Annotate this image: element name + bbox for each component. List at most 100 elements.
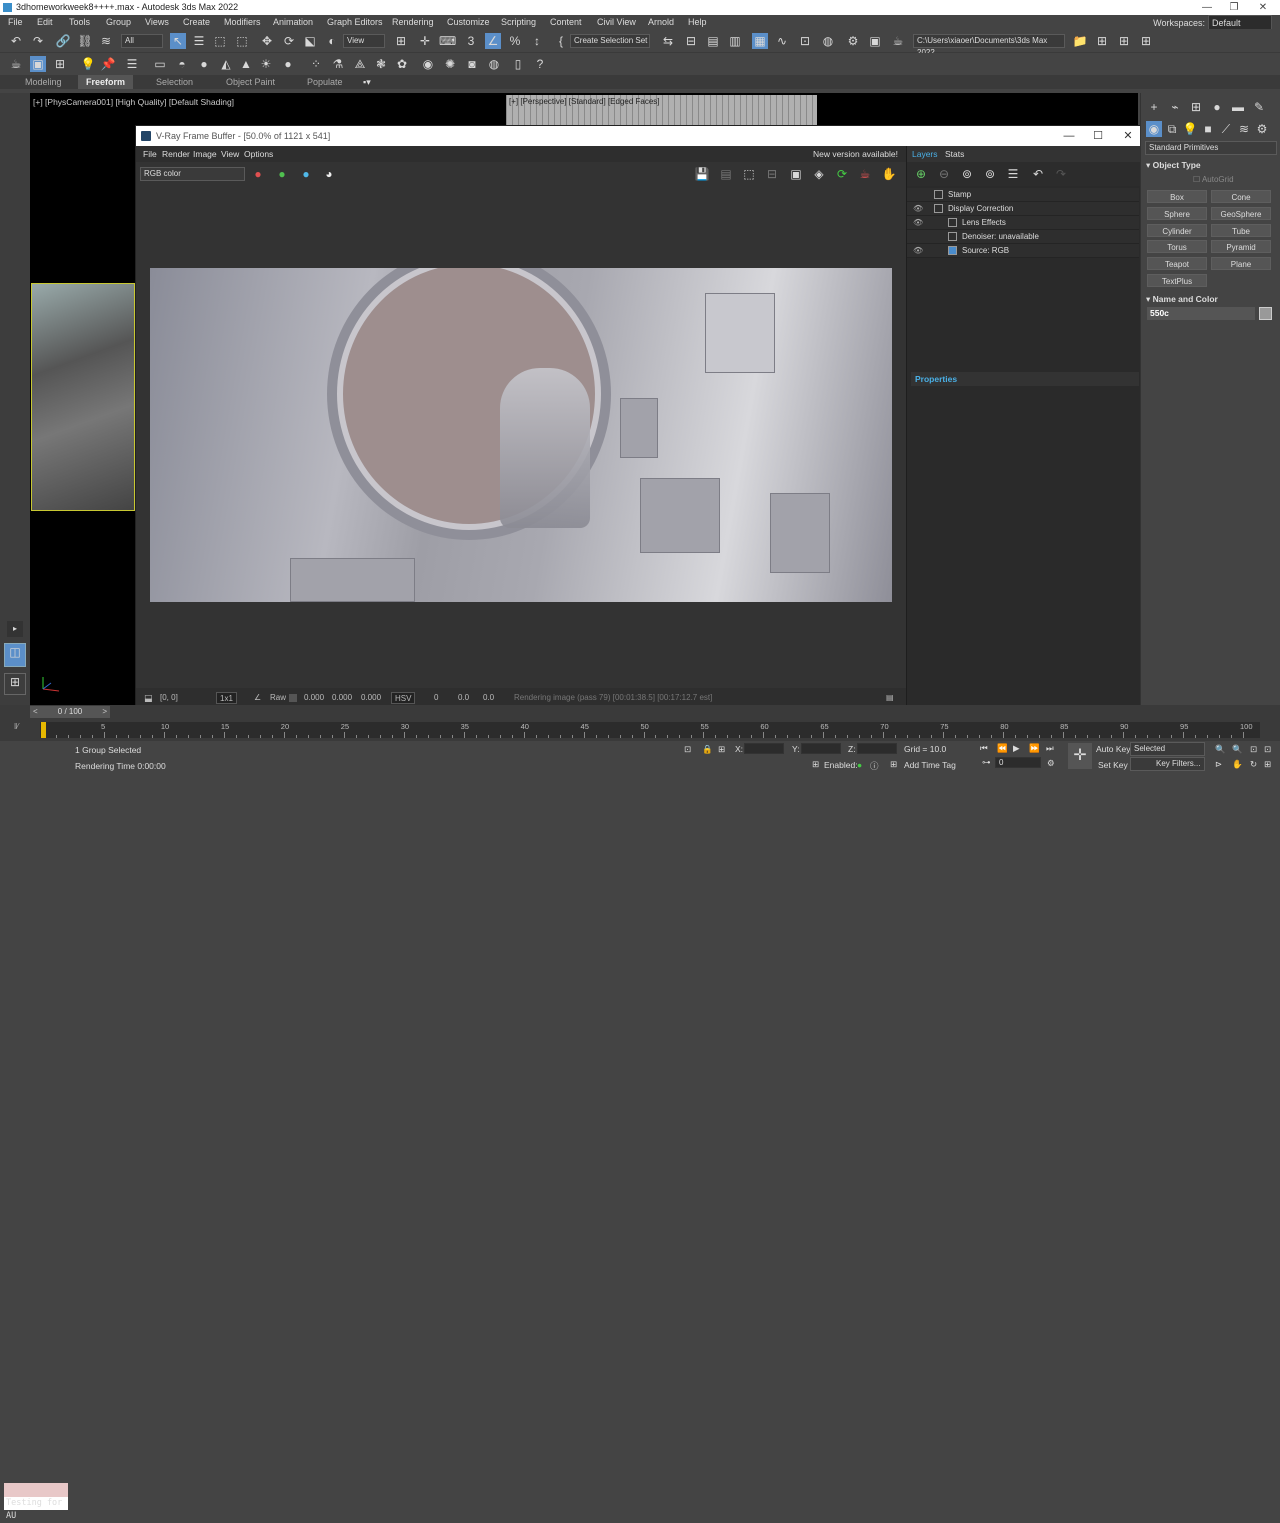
enabled-dot[interactable]: ● xyxy=(857,760,862,770)
select-object-icon[interactable]: ↖ xyxy=(170,33,186,49)
blue-channel-icon[interactable]: ● xyxy=(298,166,314,182)
project-path-dropdown[interactable]: C:\Users\xiaoer\Documents\3ds Max 2022 xyxy=(913,34,1065,57)
rendered-image[interactable] xyxy=(150,268,892,602)
window-crossing-icon[interactable]: ⬚ xyxy=(234,33,250,49)
visibility-eye-icon[interactable]: 👁 xyxy=(913,202,923,216)
layers-list-icon[interactable]: ☰ xyxy=(1005,166,1021,182)
adaptive-icon[interactable]: ⊞ xyxy=(812,759,819,770)
next-frame-icon[interactable]: ⏩ xyxy=(1029,743,1040,754)
ribbon-options-icon[interactable]: ▪▾ xyxy=(355,75,379,89)
tube-button[interactable]: Tube xyxy=(1211,224,1271,237)
y-field[interactable] xyxy=(801,743,841,754)
zoom-dropdown[interactable]: 1x1 xyxy=(216,692,237,704)
teapot-button[interactable]: Teapot xyxy=(1147,257,1207,270)
goto-end-icon[interactable]: ⏭ xyxy=(1046,743,1054,754)
display-tab-icon[interactable]: ▬ xyxy=(1230,99,1246,115)
menu-civil-view[interactable]: Civil View xyxy=(597,15,636,29)
menu-file[interactable]: File xyxy=(8,15,23,29)
rendered-frame-icon[interactable]: ▣ xyxy=(867,33,883,49)
plant-icon[interactable]: ✿ xyxy=(394,56,410,72)
plane-prim-icon[interactable]: ▭ xyxy=(152,56,168,72)
category-dropdown[interactable]: Standard Primitives xyxy=(1145,141,1277,155)
menu-customize[interactable]: Customize xyxy=(447,15,490,29)
menu-group[interactable]: Group xyxy=(106,15,131,29)
rect-selection-icon[interactable]: ⬚ xyxy=(212,33,228,49)
toggle-curves-icon[interactable]: ‖⁄ xyxy=(14,722,19,731)
torus-button[interactable]: Torus xyxy=(1147,240,1207,253)
undo-icon[interactable]: ↶ xyxy=(8,33,24,49)
visibility-eye-icon[interactable]: 👁 xyxy=(913,244,923,258)
zoom-extents-all-icon[interactable]: ⊡ xyxy=(1264,744,1271,755)
teapot-icon[interactable]: ☕ xyxy=(8,56,24,72)
cylinder-button[interactable]: Cylinder xyxy=(1147,224,1207,237)
layer-row[interactable]: 👁 Source: RGB xyxy=(907,244,1139,258)
slider-prev-icon[interactable]: < xyxy=(33,706,38,718)
perspective-viewport-label[interactable]: [+] [Perspective] [Standard] [Edged Face… xyxy=(509,97,660,106)
ambient-icon[interactable]: ● xyxy=(280,56,296,72)
layer-explorer-icon[interactable]: ▥ xyxy=(727,33,743,49)
pan-view-icon[interactable]: ✋ xyxy=(1232,759,1243,770)
menu-views[interactable]: Views xyxy=(145,15,169,29)
env-icon[interactable]: ⊞ xyxy=(52,56,68,72)
undo-layer-icon[interactable]: ↶ xyxy=(1030,166,1046,182)
snaps-toggle-icon[interactable]: 3 xyxy=(463,33,479,49)
cone-button[interactable]: Cone xyxy=(1211,190,1271,203)
motion-tab-icon[interactable]: ● xyxy=(1209,99,1225,115)
menu-scripting[interactable]: Scripting xyxy=(501,15,536,29)
goto-start-icon[interactable]: ⏮ xyxy=(980,743,988,754)
info-icon[interactable]: ⓘ xyxy=(870,760,879,772)
tab-modeling[interactable]: Modeling xyxy=(17,75,70,89)
set-key-big-icon[interactable]: ✛ xyxy=(1068,743,1092,769)
save-project-icon[interactable]: ⊞ xyxy=(1094,33,1110,49)
key-selection-dropdown[interactable]: Selected xyxy=(1130,742,1205,756)
edit-named-sets-icon[interactable]: { xyxy=(553,33,569,49)
maxscript-listener[interactable] xyxy=(4,1483,68,1497)
time-config-icon[interactable]: ⚙ xyxy=(1047,758,1055,769)
select-manipulate-icon[interactable]: ✛ xyxy=(417,33,433,49)
menu-content[interactable]: Content xyxy=(550,15,582,29)
save-image-icon[interactable]: 💾 xyxy=(694,166,710,182)
slider-next-icon[interactable]: > xyxy=(102,706,107,718)
curve-editor-icon[interactable]: ∿ xyxy=(774,33,790,49)
vfb-menu-view[interactable]: View xyxy=(221,146,239,162)
redo-layer-icon[interactable]: ↷ xyxy=(1053,166,1069,182)
schematic-view-icon[interactable]: ⊡ xyxy=(797,33,813,49)
tab-freeform[interactable]: Freeform xyxy=(78,75,134,89)
new-version-link[interactable]: New version available! xyxy=(813,146,898,162)
cone-icon[interactable]: ▲ xyxy=(238,56,254,72)
sun-icon[interactable]: ☀ xyxy=(258,56,274,72)
material-ball-icon[interactable]: ◉ xyxy=(420,56,436,72)
mirror-icon[interactable]: ⇆ xyxy=(660,33,676,49)
sphere-button[interactable]: Sphere xyxy=(1147,207,1207,220)
cosmos-icon[interactable]: ✺ xyxy=(442,56,458,72)
refresh-render-icon[interactable]: ⟳ xyxy=(834,166,850,182)
redo-icon[interactable]: ↷ xyxy=(30,33,46,49)
rotate-icon[interactable]: ⟳ xyxy=(281,33,297,49)
render-icon[interactable]: ▣ xyxy=(30,56,46,72)
transform-mode-icon[interactable]: ⊞ xyxy=(718,744,725,755)
add-time-tag[interactable]: Add Time Tag xyxy=(904,760,956,770)
menu-edit[interactable]: Edit xyxy=(37,15,53,29)
time-tag-icon[interactable]: ⊞ xyxy=(890,759,897,770)
green-channel-icon[interactable]: ● xyxy=(274,166,290,182)
menu-tools[interactable]: Tools xyxy=(69,15,90,29)
scene-explorer-icon[interactable]: ▤ xyxy=(705,33,721,49)
unlink-icon[interactable]: ⛓ xyxy=(77,33,93,49)
render-setup-icon[interactable]: ⚙ xyxy=(845,33,861,49)
maximize-viewport-icon[interactable]: ⊞ xyxy=(1264,759,1271,770)
textplus-button[interactable]: TextPlus xyxy=(1147,274,1207,287)
keyboard-shortcut-icon[interactable]: ⌨ xyxy=(439,33,456,49)
layer-row[interactable]: 👁 Display Correction xyxy=(907,202,1139,216)
load-layers-icon[interactable]: ⊚ xyxy=(982,166,998,182)
menu-arnold[interactable]: Arnold xyxy=(648,15,674,29)
menu-modifiers[interactable]: Modifiers xyxy=(224,15,261,29)
clipboard-icon[interactable]: ▯ xyxy=(510,56,526,72)
save-layers-icon[interactable]: ⊚ xyxy=(959,166,975,182)
vfb-menu-render[interactable]: Render xyxy=(162,146,190,162)
light-icon[interactable]: 💡 xyxy=(80,56,96,72)
restore-icon[interactable]: ❐ xyxy=(1222,0,1246,15)
modify-tab-icon[interactable]: ⌁ xyxy=(1167,99,1183,115)
expand-layout-icon[interactable]: ▸ xyxy=(7,621,23,637)
stop-render-icon[interactable]: ☕ xyxy=(857,166,873,182)
add-layer-icon[interactable]: ⊕ xyxy=(913,166,929,182)
